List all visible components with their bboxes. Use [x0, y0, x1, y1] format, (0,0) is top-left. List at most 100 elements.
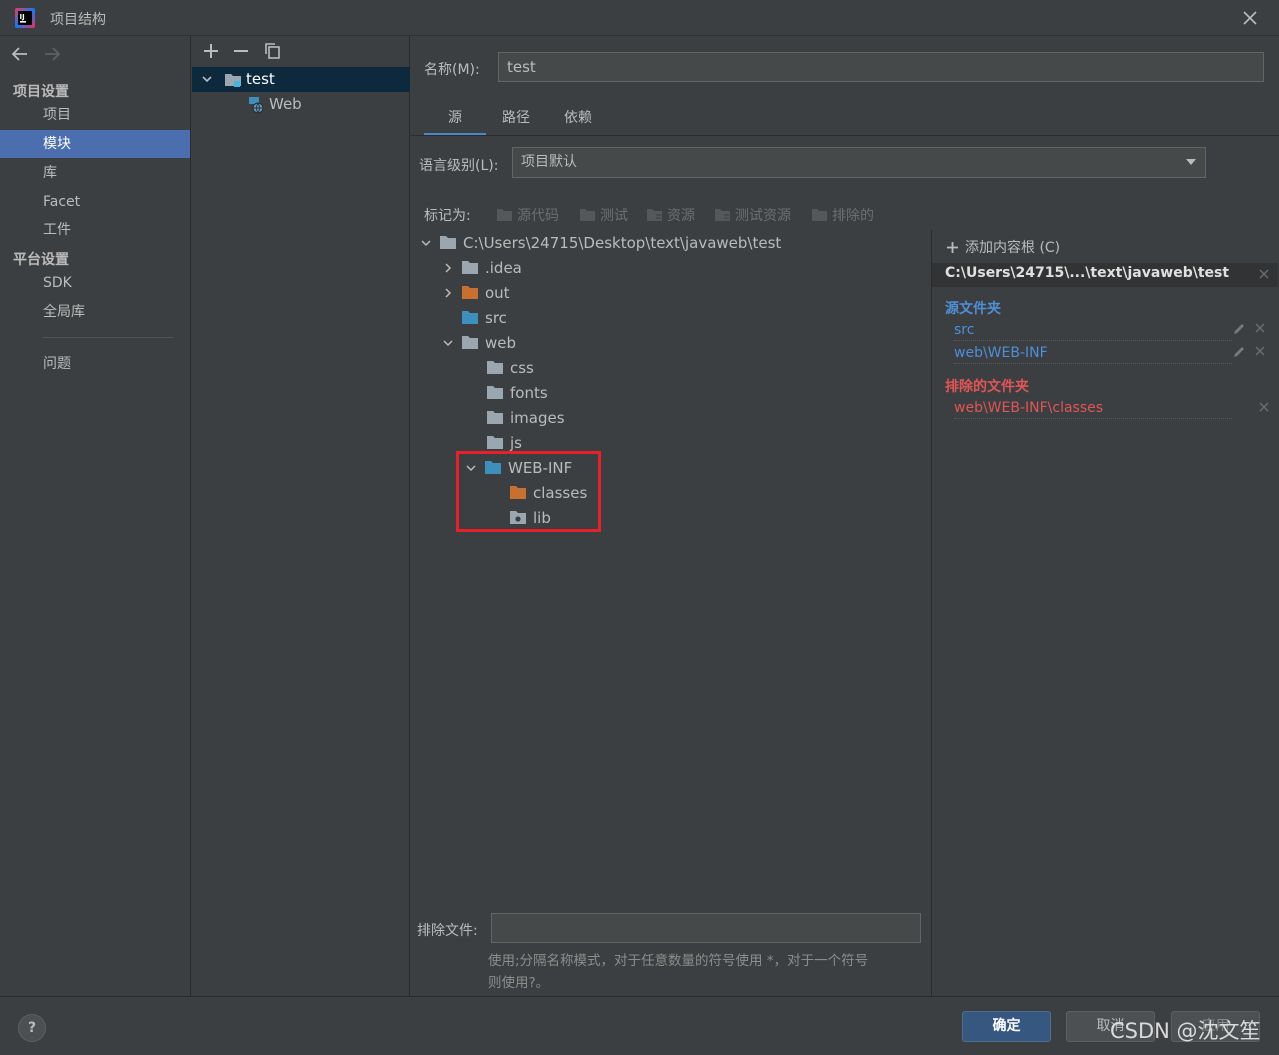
tree-node-label: lib [533, 508, 551, 527]
excluded-entry-actions [1258, 401, 1270, 417]
mark-source-label: 源代码 [517, 208, 559, 224]
mark-resources-button[interactable]: 资源 [646, 204, 695, 226]
name-label: 名称(M): [424, 62, 480, 78]
tree-node-label: src [485, 308, 507, 327]
add-icon[interactable] [200, 40, 222, 62]
excluded-entry-classes[interactable]: web\WEB-INF\classes [954, 397, 1232, 419]
source-entry-web-inf[interactable]: web\WEB-INF [954, 342, 1232, 364]
excluded-folder-icon [811, 208, 828, 222]
resources-folder-icon [646, 208, 663, 222]
tree-node-fonts[interactable]: fonts [486, 380, 548, 405]
chevron-right-icon[interactable] [441, 286, 455, 300]
tree-node-label: fonts [510, 383, 548, 402]
nav-item-sdk[interactable]: SDK [0, 269, 190, 297]
module-name-input[interactable]: test [498, 52, 1264, 82]
dialog-footer: ? 确定 取消 应用 CSDN @沈文笙 [0, 996, 1279, 1055]
folder-icon [486, 435, 504, 450]
tree-node-css[interactable]: css [486, 355, 534, 380]
excluded-folders-title: 排除的文件夹 [945, 379, 1029, 395]
close-icon[interactable] [1240, 8, 1260, 28]
tree-node-classes[interactable]: classes [509, 480, 587, 505]
tree-node-label: classes [533, 483, 588, 502]
remove-root-icon[interactable] [1258, 268, 1270, 280]
folder-icon [486, 360, 504, 375]
apply-button[interactable]: 应用 [1171, 1011, 1260, 1042]
edit-icon[interactable] [1232, 345, 1246, 361]
edit-icon[interactable] [1232, 322, 1246, 338]
tab-paths[interactable]: 路径 [491, 106, 541, 136]
tree-node-lib[interactable]: lib [509, 505, 551, 530]
mark-test-resources-button[interactable]: 测试资源 [714, 204, 791, 226]
tree-node-label: WEB-INF [508, 458, 573, 477]
chevron-down-icon[interactable] [464, 461, 478, 475]
tree-node-label: images [510, 408, 565, 427]
module-label: test [246, 70, 275, 88]
tab-dependencies[interactable]: 依赖 [551, 106, 605, 136]
nav-item-global-libraries[interactable]: 全局库 [0, 298, 190, 326]
tab-sources[interactable]: 源 [424, 106, 486, 136]
nav-item-modules[interactable]: 模块 [0, 130, 190, 158]
exclude-files-input[interactable] [491, 913, 921, 943]
folder-icon [486, 410, 504, 425]
tree-node-out[interactable]: out [441, 280, 510, 305]
language-level-select[interactable]: 项目默认 [512, 147, 1206, 178]
folder-icon [439, 235, 457, 250]
tree-node-label: js [510, 433, 522, 452]
add-content-root-button[interactable]: 添加内容根 (C) [946, 237, 1060, 257]
back-arrow-icon[interactable] [8, 42, 32, 66]
source-entry-src[interactable]: src [954, 319, 1232, 341]
library-folder-icon [509, 510, 527, 525]
language-level-label: 语言级别(L): [419, 158, 499, 174]
folder-icon [461, 335, 479, 350]
settings-nav: 项目设置 项目 模块 库 Facet 工件 平台设置 SDK 全局库 问题 [0, 36, 191, 996]
nav-section-project-settings: 项目设置 [13, 84, 69, 100]
tree-node-images[interactable]: images [486, 405, 565, 430]
cancel-button[interactable]: 取消 [1066, 1011, 1155, 1042]
module-row-test[interactable]: test [192, 67, 410, 92]
chevron-down-icon[interactable] [200, 72, 214, 86]
remove-icon[interactable] [230, 40, 252, 62]
chevron-right-icon[interactable] [441, 261, 455, 275]
tree-node-src[interactable]: src [461, 305, 507, 330]
source-folder-icon [461, 310, 479, 325]
test-resources-folder-icon [714, 208, 731, 222]
chevron-down-icon[interactable] [419, 236, 433, 250]
nav-item-project[interactable]: 项目 [0, 101, 190, 129]
web-facet-icon [247, 96, 265, 114]
tree-node-label: C:\Users\24715\Desktop\text\javaweb\test [463, 233, 782, 252]
tree-node-label: .idea [485, 258, 522, 277]
help-button[interactable]: ? [18, 1014, 46, 1042]
close-icon[interactable] [1258, 401, 1270, 417]
mark-excluded-button[interactable]: 排除的 [811, 204, 874, 226]
source-entry-actions [1232, 345, 1266, 361]
chevron-down-icon[interactable] [441, 336, 455, 350]
tree-node-label: css [510, 358, 534, 377]
source-folder-icon [484, 460, 502, 475]
tree-node-js[interactable]: js [486, 430, 522, 455]
title-bar: IJ 项目结构 [0, 0, 1279, 36]
nav-item-problems[interactable]: 问题 [0, 350, 190, 378]
mark-test-resources-label: 测试资源 [735, 208, 791, 224]
close-icon[interactable] [1254, 322, 1266, 338]
tree-node-label: out [485, 283, 510, 302]
tree-node-idea[interactable]: .idea [441, 255, 522, 280]
mark-test-button[interactable]: 测试 [579, 204, 628, 226]
copy-icon[interactable] [262, 40, 284, 62]
tree-node-web-inf[interactable]: WEB-INF [464, 455, 572, 480]
tree-node-web[interactable]: web [441, 330, 516, 355]
forward-arrow-icon[interactable] [40, 42, 64, 66]
nav-item-artifacts[interactable]: 工件 [0, 216, 190, 244]
language-level-value: 项目默认 [521, 154, 577, 170]
module-row-web[interactable]: Web [192, 92, 410, 117]
ok-button[interactable]: 确定 [962, 1011, 1051, 1042]
mark-test-label: 测试 [600, 208, 628, 224]
tree-node-root[interactable]: C:\Users\24715\Desktop\text\javaweb\test [419, 230, 781, 255]
mark-source-button[interactable]: 源代码 [496, 204, 559, 226]
content-root-header[interactable]: C:\Users\24715\...\text\javaweb\test [932, 263, 1278, 287]
module-folder-icon [224, 72, 242, 88]
mark-excluded-label: 排除的 [832, 208, 874, 224]
close-icon[interactable] [1254, 345, 1266, 361]
folder-icon [461, 260, 479, 275]
nav-item-facet[interactable]: Facet [0, 188, 190, 216]
nav-item-libraries[interactable]: 库 [0, 159, 190, 187]
